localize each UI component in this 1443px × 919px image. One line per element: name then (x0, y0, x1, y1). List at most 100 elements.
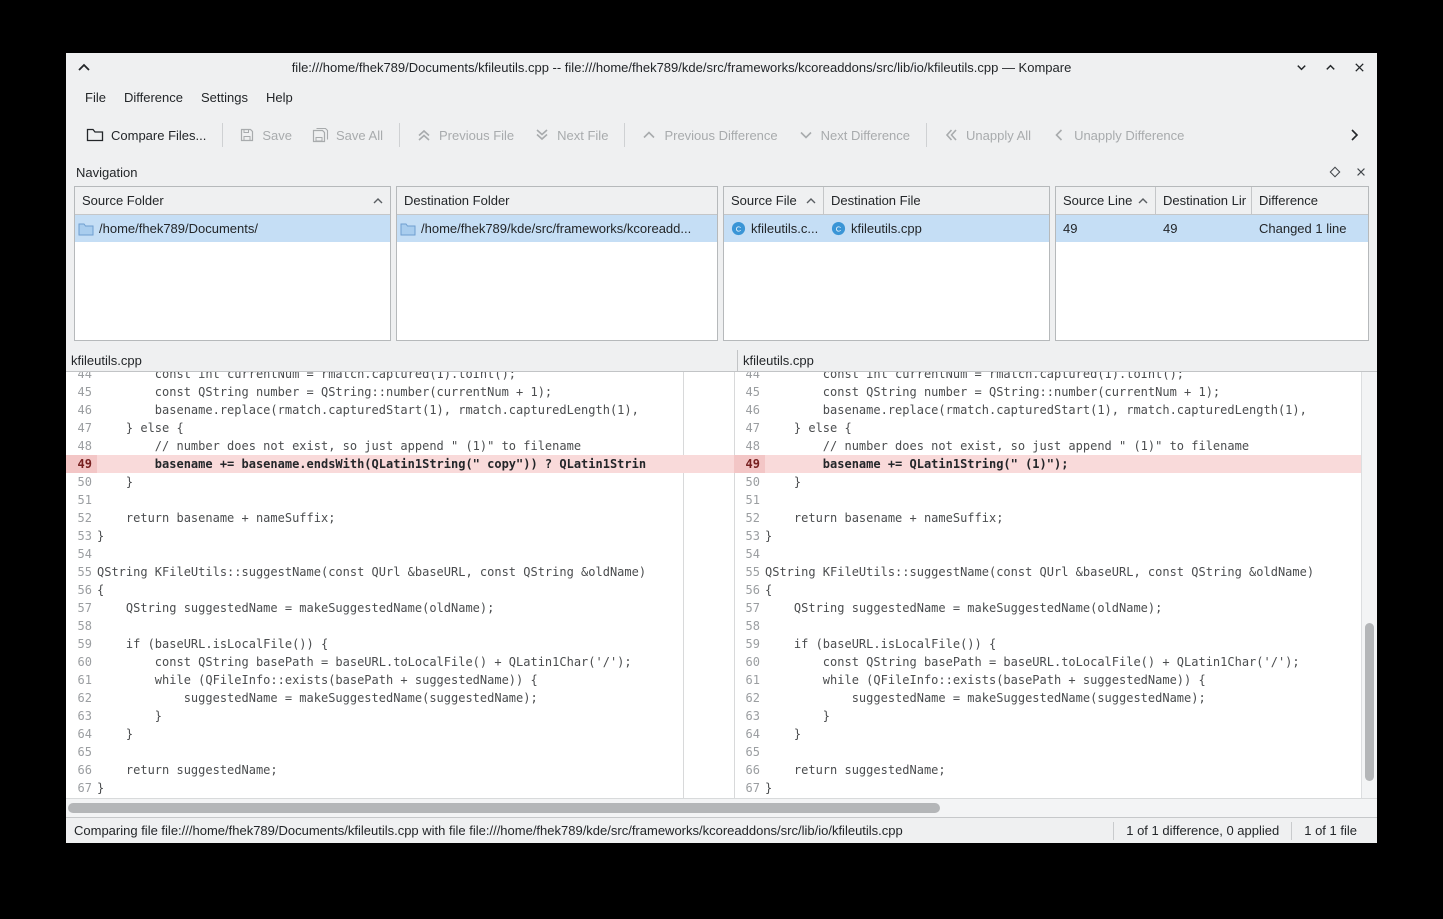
left-code-text: { (97, 581, 683, 599)
horizontal-scrollbar[interactable] (66, 798, 1377, 817)
close-button[interactable] (1353, 61, 1366, 74)
horizontal-scrollbar-handle[interactable] (68, 803, 940, 813)
diff-row: 50 }50 } (66, 473, 1377, 491)
toolbar-button-unapply-all[interactable]: Unapply All (933, 121, 1041, 149)
chevrons-down-icon (534, 127, 550, 143)
left-line-number: 46 (66, 401, 97, 419)
pane-connector (683, 491, 734, 509)
left-line-number: 51 (66, 491, 97, 509)
left-code-text (97, 617, 683, 635)
left-line-number: 52 (66, 509, 97, 527)
pane-connector (683, 581, 734, 599)
source-folder-row[interactable]: /home/fhek789/Documents/ (75, 215, 390, 242)
difference-column-header[interactable]: Difference (1252, 187, 1368, 214)
toolbar: Compare Files... SaveSave All Previous Fil… (66, 112, 1377, 158)
source-file-column-header[interactable]: Source File (724, 187, 824, 214)
chevron-down-icon (1295, 61, 1308, 74)
vertical-scrollbar-handle[interactable] (1365, 623, 1374, 781)
toolbar-separator (926, 123, 927, 147)
difference-status: 1 of 1 difference, 0 applied (1113, 822, 1291, 840)
difference-description: Changed 1 line (1256, 221, 1346, 236)
diff-view[interactable]: 44 const int currentNum = rmatch.capture… (66, 372, 1377, 798)
right-line-number: 58 (734, 617, 765, 635)
navigation-dock-titlebar: Navigation (66, 158, 1377, 186)
toolbar-button-unapply-difference[interactable]: Unapply Difference (1041, 121, 1194, 149)
left-code-text: return suggestedName; (97, 761, 683, 779)
pane-connector (683, 473, 734, 491)
differences-table-header: Source Line Destination Lir Difference (1056, 187, 1368, 215)
menu-file[interactable]: File (76, 86, 115, 109)
diff-row: 58 58 (66, 617, 1377, 635)
minimize-button[interactable] (1295, 61, 1308, 74)
diff-row: 56{56{ (66, 581, 1377, 599)
toolbar-button-previous-difference[interactable]: Previous Difference (631, 121, 787, 149)
chevron-up-icon (641, 127, 657, 143)
pane-connector (683, 563, 734, 581)
diff-row-changed[interactable]: 49 basename += basename.endsWith(QLatin1… (66, 455, 1377, 473)
right-line-number: 65 (734, 743, 765, 761)
toolbar-button-save[interactable]: Save (229, 121, 302, 149)
left-line-number: 48 (66, 437, 97, 455)
right-code-text: QString suggestedName = makeSuggestedNam… (765, 599, 1377, 617)
right-line-number: 54 (734, 545, 765, 563)
toolbar-button-label: Previous Difference (664, 128, 777, 143)
menu-help[interactable]: Help (257, 86, 302, 109)
pane-connector (683, 401, 734, 419)
source-folder-column-header[interactable]: Source Folder (75, 187, 390, 214)
right-code-text: } else { (765, 419, 1377, 437)
toolbar-button-next-difference[interactable]: Next Difference (788, 121, 920, 149)
right-code-text (765, 743, 1377, 761)
destination-folder-table: Destination Folder /home/fhek789/kde/src… (396, 186, 718, 341)
kompare-window: file:///home/fhek789/Documents/kfileutil… (66, 53, 1377, 843)
toolbar-button-save-all[interactable]: Save All (302, 121, 393, 149)
left-code-text: // number does not exist, so just append… (97, 437, 683, 455)
diff-pane-headers: kfileutils.cpp kfileutils.cpp (66, 350, 1377, 372)
destination-line-column-header[interactable]: Destination Lir (1156, 187, 1252, 214)
menu-settings[interactable]: Settings (192, 86, 257, 109)
right-line-number: 48 (734, 437, 765, 455)
destination-folder-row[interactable]: /home/fhek789/kde/src/frameworks/kcoread… (397, 215, 717, 242)
left-code-text: QString suggestedName = makeSuggestedNam… (97, 599, 683, 617)
toolbar-button-previous-file[interactable]: Previous File (406, 121, 524, 149)
left-line-number: 58 (66, 617, 97, 635)
diff-row: 64 }64 } (66, 725, 1377, 743)
toolbar-expand-button[interactable] (1341, 124, 1367, 146)
right-line-number: 64 (734, 725, 765, 743)
pane-connector (683, 383, 734, 401)
column-label: Destination Lir (1163, 193, 1246, 208)
dock-close-button[interactable] (1355, 166, 1367, 178)
files-row[interactable]: C kfileutils.c... C kfileutils.cpp (724, 215, 1049, 242)
right-code-text (765, 617, 1377, 635)
source-line-column-header[interactable]: Source Line (1056, 187, 1156, 214)
diff-row: 47 } else {47 } else { (66, 419, 1377, 437)
differences-table: Source Line Destination Lir Difference 4… (1055, 186, 1369, 341)
dock-float-button[interactable] (1329, 166, 1341, 178)
folder-icon (400, 222, 416, 236)
toolbar-button-label: Next File (557, 128, 608, 143)
vertical-scrollbar[interactable] (1361, 372, 1377, 798)
left-code-text (97, 743, 683, 761)
titlebar[interactable]: file:///home/fhek789/Documents/kfileutil… (66, 53, 1377, 82)
right-code-text: basename += QLatin1String(" (1)"); (765, 455, 1377, 473)
cpp-file-icon: C (831, 221, 846, 236)
toolbar-button-compare-files[interactable]: Compare Files... (76, 121, 216, 149)
source-line-number: 49 (1060, 221, 1077, 236)
chevron-right-icon (1347, 128, 1361, 142)
toolbar-button-next-file[interactable]: Next File (524, 121, 618, 149)
diff-row: 55QString KFileUtils::suggestName(const … (66, 563, 1377, 581)
sort-up-icon (800, 197, 816, 205)
diff-row: 45 const QString number = QString::numbe… (66, 383, 1377, 401)
folder-icon (86, 127, 104, 143)
difference-row[interactable]: 49 49 Changed 1 line (1056, 215, 1368, 242)
pane-connector (683, 372, 734, 383)
right-pane-header: kfileutils.cpp (738, 350, 1377, 371)
left-line-number: 44 (66, 372, 97, 383)
maximize-button[interactable] (1324, 61, 1337, 74)
left-line-number: 64 (66, 725, 97, 743)
menu-difference[interactable]: Difference (115, 86, 192, 109)
right-line-number: 66 (734, 761, 765, 779)
destination-file-column-header[interactable]: Destination File (824, 187, 1049, 214)
chevrons-left-icon (943, 127, 959, 143)
left-code-text: } else { (97, 419, 683, 437)
destination-folder-column-header[interactable]: Destination Folder (397, 187, 717, 214)
